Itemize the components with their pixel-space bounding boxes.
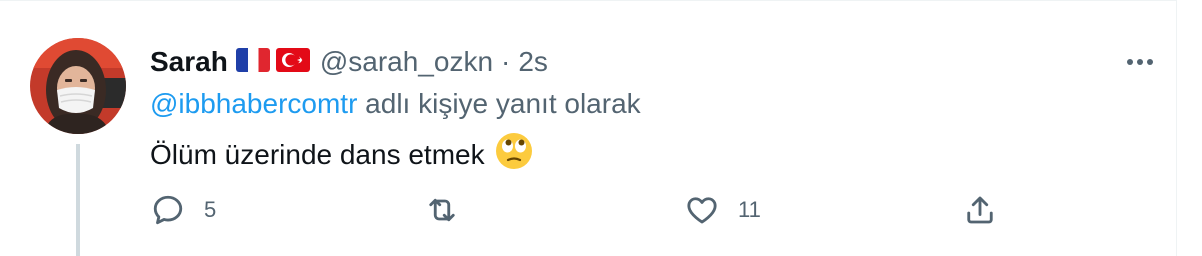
reply-count: 5 <box>204 197 217 222</box>
avatar-photo <box>30 38 126 134</box>
top-divider <box>0 0 1176 1</box>
avatar[interactable] <box>30 38 126 134</box>
reply-context: @ibbhabercomtr adlı kişiye yanıt olarak <box>150 88 641 120</box>
author-name[interactable]: Sarah <box>150 46 228 78</box>
tweet-text: Ölüm üzerinde dans etmek <box>150 138 485 170</box>
tweet-header: Sarah @sarah_ozkn · 2s <box>150 44 548 80</box>
more-options-icon[interactable] <box>1122 48 1158 76</box>
share-button[interactable] <box>962 192 998 228</box>
retweet-icon <box>429 198 455 222</box>
france-flag-icon <box>235 47 270 77</box>
turkey-flag-icon <box>275 47 310 77</box>
reply-to-mention-link[interactable]: @ibbhabercomtr <box>150 88 357 119</box>
like-count: 11 <box>738 197 761 222</box>
heart-icon <box>687 197 717 224</box>
author-handle[interactable]: @sarah_ozkn <box>320 46 493 78</box>
face-with-rolling-eyes-icon <box>495 132 533 177</box>
tweet-timestamp[interactable]: 2s <box>518 46 548 78</box>
thread-connector-line <box>76 144 80 256</box>
retweet-button[interactable] <box>424 192 478 228</box>
reply-context-suffix: adlı kişiye yanıt olarak <box>357 88 641 119</box>
tweet-body: Ölüm üzerinde dans etmek <box>150 132 533 177</box>
share-icon <box>967 196 993 224</box>
right-divider <box>1176 0 1177 256</box>
reply-button[interactable]: 5 <box>150 192 216 228</box>
reply-icon <box>153 195 183 225</box>
like-button[interactable]: 11 <box>684 192 761 228</box>
separator-dot: · <box>501 46 511 77</box>
